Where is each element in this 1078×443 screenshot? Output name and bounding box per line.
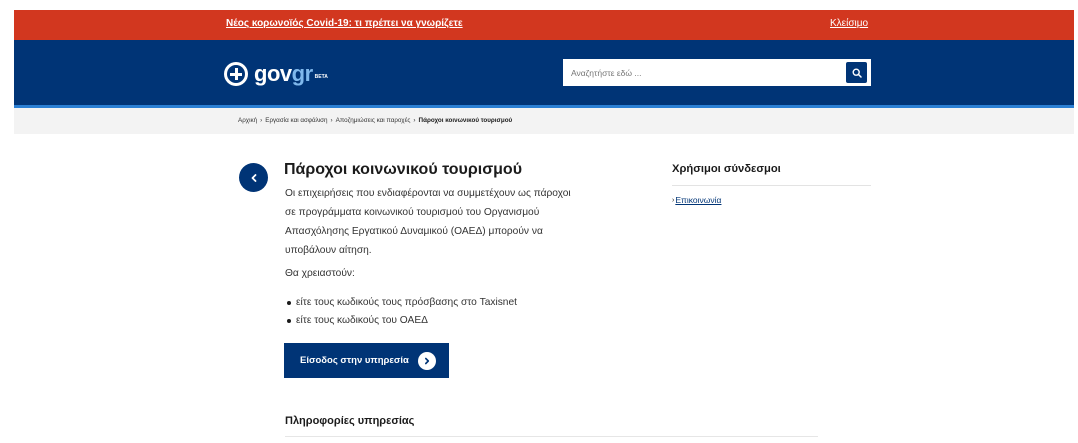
breadcrumb-home[interactable]: Αρχική xyxy=(238,117,257,124)
covid-alert-bar: Νέος κορωνοϊός Covid-19: τι πρέπει να γν… xyxy=(14,10,1074,40)
divider xyxy=(285,436,818,437)
breadcrumb-work-insurance[interactable]: Εργασία και ασφάλιση xyxy=(265,117,327,124)
breadcrumb: Αρχική › Εργασία και ασφάλιση › Αποζημιώσεις… xyxy=(238,117,513,124)
logo-wordmark: govgr xyxy=(254,61,313,86)
enter-service-label: Είσοδος στην υπηρεσία xyxy=(300,355,409,366)
contact-link[interactable]: Επικοινωνία xyxy=(675,195,721,205)
back-button[interactable] xyxy=(239,163,268,192)
breadcrumb-current: Πάροχοι κοινωνικού τουρισμού xyxy=(418,117,513,124)
useful-links-heading: Χρήσιμοι σύνδεσμοι xyxy=(672,163,781,175)
search-input[interactable] xyxy=(564,60,846,85)
divider xyxy=(672,185,871,186)
search-icon xyxy=(851,67,862,78)
list-item: είτε τους κωδικούς τους πρόσβασης στο Ta… xyxy=(285,296,517,314)
requirements-list: είτε τους κωδικούς τους πρόσβασης στο Ta… xyxy=(285,296,517,332)
breadcrumb-bar: Αρχική › Εργασία και ασφάλιση › Αποζημιώσεις… xyxy=(14,108,1074,134)
service-description: Οι επιχειρήσεις που ενδιαφέρονται να συμ… xyxy=(285,188,571,256)
arrow-circle xyxy=(417,351,436,370)
breadcrumb-benefits[interactable]: Αποζημιώσεις και παροχές xyxy=(336,117,411,124)
covid-alert-link[interactable]: Νέος κορωνοϊός Covid-19: τι πρέπει να γν… xyxy=(226,18,463,29)
site-header xyxy=(14,40,1074,106)
requirements-label: Θα χρειαστούν: xyxy=(285,268,355,279)
page-title: Πάροχοι κοινωνικού τουρισμού xyxy=(284,161,523,178)
enter-service-button[interactable]: Είσοδος στην υπηρεσία xyxy=(284,343,449,378)
chevron-right-icon xyxy=(424,357,429,364)
search-box xyxy=(563,59,871,86)
search-button[interactable] xyxy=(846,62,867,83)
greek-emblem-icon xyxy=(224,62,248,86)
alert-close-link[interactable]: Κλείσιμο xyxy=(830,18,868,29)
beta-badge: BETA xyxy=(314,74,328,80)
govgr-logo[interactable]: govgr BETA xyxy=(224,60,328,88)
useful-link-item: › Επικοινωνία xyxy=(672,195,721,205)
list-item: είτε τους κωδικούς του ΟΑΕΔ xyxy=(285,314,517,332)
service-info-heading: Πληροφορίες υπηρεσίας xyxy=(285,415,415,427)
link-arrow-icon: › xyxy=(672,196,675,204)
chevron-left-icon xyxy=(251,173,256,182)
